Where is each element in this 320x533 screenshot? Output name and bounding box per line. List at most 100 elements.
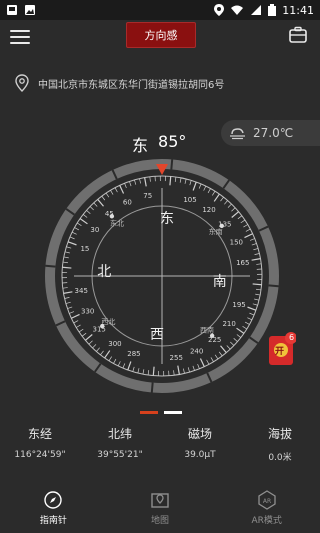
wifi-icon bbox=[231, 5, 244, 15]
heading-readout: 东 85° bbox=[132, 132, 186, 156]
mode-title-button[interactable]: 方向感 bbox=[126, 22, 196, 48]
dial-tick bbox=[177, 365, 180, 375]
dial-tick bbox=[96, 347, 100, 352]
dial-tick bbox=[249, 312, 255, 316]
dial-tick bbox=[104, 350, 111, 359]
weather-widget[interactable]: 27.0℃ bbox=[221, 120, 320, 146]
dial-tick bbox=[192, 365, 195, 371]
address-text: 中国北京市东城区东华门街道锡拉胡同6号 bbox=[38, 79, 225, 91]
status-left-icons bbox=[6, 4, 36, 16]
dial-tick bbox=[110, 190, 114, 195]
degree-label: 105 bbox=[183, 196, 196, 204]
degree-label: 150 bbox=[230, 238, 243, 246]
dial-tick bbox=[63, 256, 69, 259]
intercardinal-se: 东南 bbox=[209, 227, 223, 236]
dial-tick bbox=[183, 368, 185, 374]
dial-tick bbox=[113, 358, 117, 364]
nav-map[interactable]: 地图 bbox=[107, 490, 214, 533]
dial-tick bbox=[144, 177, 147, 187]
dial-tick bbox=[114, 187, 118, 193]
dial-tick bbox=[71, 313, 80, 319]
dial-tick bbox=[254, 298, 260, 301]
outer-ring-gap bbox=[170, 159, 174, 170]
dial-tick bbox=[242, 326, 247, 330]
dial-tick bbox=[251, 258, 261, 261]
dial-tick bbox=[214, 354, 219, 360]
stat-value: 116°24'59" bbox=[14, 450, 66, 460]
dial-tick bbox=[227, 203, 232, 208]
dial-tick bbox=[122, 363, 126, 369]
dial-tick bbox=[62, 261, 68, 264]
degree-label: 165 bbox=[236, 259, 249, 267]
menu-icon-line-3 bbox=[10, 42, 30, 44]
stat-label: 东经 bbox=[27, 427, 52, 441]
toolbox-icon[interactable] bbox=[288, 25, 308, 45]
degree-label: 120 bbox=[202, 206, 215, 214]
degree-label: 300 bbox=[108, 340, 121, 348]
nav-map-label: 地图 bbox=[150, 516, 169, 526]
nav-ar-label: AR模式 bbox=[251, 516, 282, 526]
nav-ar[interactable]: AR AR模式 bbox=[213, 490, 320, 533]
dial-tick bbox=[237, 215, 243, 220]
image-icon bbox=[25, 5, 35, 15]
status-bar: 11:41 bbox=[0, 0, 320, 20]
dial-tick bbox=[220, 196, 224, 202]
dial-tick bbox=[67, 241, 77, 246]
dial-tick bbox=[78, 328, 84, 333]
dial-tick bbox=[256, 263, 262, 265]
dial-tick bbox=[69, 236, 75, 240]
page-dot-active bbox=[140, 411, 158, 414]
dial-tick bbox=[64, 251, 70, 254]
dial-tick bbox=[256, 288, 262, 291]
degree-label: 255 bbox=[170, 354, 183, 362]
dial-tick bbox=[77, 222, 82, 226]
dial-tick bbox=[137, 368, 140, 374]
signal-icon bbox=[251, 5, 262, 15]
dial-tick bbox=[119, 185, 125, 194]
dial-tick bbox=[81, 332, 87, 337]
dial-tick bbox=[243, 224, 248, 228]
dial-tick bbox=[63, 291, 73, 294]
cardinal-south: 南 bbox=[213, 274, 227, 290]
dial-tick bbox=[212, 191, 216, 196]
compass-dial: 60 75 105 120 135 150 165 195 210 225 240 255 285 300… bbox=[44, 158, 280, 394]
dial-tick bbox=[240, 219, 246, 224]
dial-tick bbox=[117, 361, 121, 367]
dial-tick bbox=[88, 340, 93, 345]
dial-tick bbox=[79, 218, 88, 225]
red-packet-button[interactable]: 开 6 bbox=[268, 332, 297, 366]
dial-tick bbox=[105, 192, 110, 198]
heading-direction: 东 bbox=[132, 136, 149, 155]
battery-icon bbox=[268, 4, 277, 16]
dial-tick bbox=[82, 214, 88, 218]
dial-tick bbox=[101, 195, 106, 201]
dial-tick bbox=[62, 266, 72, 269]
dial-tick bbox=[244, 233, 253, 239]
dial-tick bbox=[236, 334, 242, 338]
dial-tick bbox=[199, 358, 205, 367]
dial-tick bbox=[213, 193, 220, 202]
dial-tick bbox=[255, 293, 261, 296]
dial-tick bbox=[100, 350, 104, 356]
stat-value: 39°55'21" bbox=[97, 450, 143, 460]
outer-ring-gap bbox=[150, 382, 154, 393]
dial-tick bbox=[124, 183, 127, 189]
dial-tick bbox=[210, 357, 214, 362]
dial-tick bbox=[244, 321, 250, 325]
dial-tick bbox=[66, 246, 72, 249]
intercardinal-marker bbox=[100, 323, 105, 329]
dial-tick bbox=[92, 344, 97, 349]
map-icon bbox=[151, 493, 169, 508]
degree-label: 345 bbox=[75, 287, 88, 295]
menu-button[interactable] bbox=[10, 26, 30, 46]
dial-tick bbox=[189, 180, 192, 186]
dial-tick bbox=[64, 297, 70, 299]
degree-label: 240 bbox=[190, 347, 203, 355]
nav-compass[interactable]: 指南针 bbox=[0, 490, 107, 533]
address-row: 中国北京市东城区东华门街道锡拉胡同6号 bbox=[14, 74, 224, 92]
dial-tick bbox=[249, 238, 255, 241]
dial-tick bbox=[149, 176, 151, 182]
status-time: 11:41 bbox=[282, 3, 314, 17]
intercardinal-marker bbox=[219, 223, 224, 229]
cardinal-north: 北 bbox=[97, 264, 111, 280]
